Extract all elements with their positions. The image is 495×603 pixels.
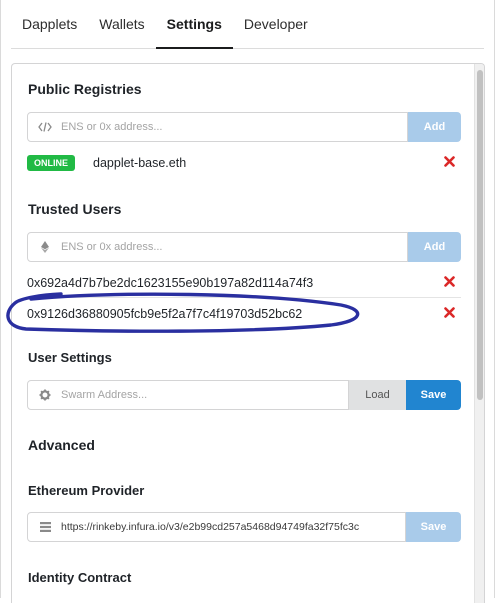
trusted-user-list-item: 0x692a4d7b7be2dc1623155e90b197a82d114a74… bbox=[27, 268, 461, 298]
registry-list-item: ONLINE dapplet-base.eth bbox=[27, 148, 461, 178]
provider-input-row: https://rinkeby.infura.io/v3/e2b99cd257a… bbox=[27, 512, 461, 542]
tab-developer[interactable]: Developer bbox=[233, 0, 319, 48]
registry-input-row: ENS or 0x address... Add bbox=[27, 112, 461, 142]
online-status-badge: ONLINE bbox=[27, 155, 76, 171]
save-provider-button[interactable]: Save bbox=[406, 512, 461, 542]
settings-panel: Public Registries ENS or 0x address... A… bbox=[11, 63, 485, 603]
delete-trusted-user-icon[interactable] bbox=[444, 276, 455, 287]
trusted-user-address-input[interactable]: ENS or 0x address... bbox=[27, 232, 408, 262]
trusted-user-input-row: ENS or 0x address... Add bbox=[27, 232, 461, 262]
tab-bar: Dapplets Wallets Settings Developer bbox=[11, 0, 484, 49]
user-settings-title: User Settings bbox=[28, 350, 112, 365]
swarm-input-placeholder: Swarm Address... bbox=[61, 389, 148, 401]
ethereum-icon bbox=[38, 240, 52, 254]
swarm-address-input[interactable]: Swarm Address... bbox=[27, 380, 349, 410]
tab-wallets[interactable]: Wallets bbox=[88, 0, 155, 48]
ethereum-provider-title: Ethereum Provider bbox=[28, 483, 145, 498]
public-registries-title: Public Registries bbox=[28, 81, 142, 97]
registry-address-input[interactable]: ENS or 0x address... bbox=[27, 112, 408, 142]
trusted-user-list-item: 0x9126d36880905fcb9e5f2a7f7c4f19703d52bc… bbox=[27, 299, 461, 329]
delete-registry-icon[interactable] bbox=[444, 156, 455, 167]
save-user-settings-button[interactable]: Save bbox=[406, 380, 461, 410]
registry-input-placeholder: ENS or 0x address... bbox=[61, 121, 163, 133]
identity-contract-title: Identity Contract bbox=[28, 570, 132, 585]
trusted-users-title: Trusted Users bbox=[28, 201, 122, 217]
panel-scrollbar[interactable] bbox=[474, 64, 484, 603]
add-registry-button[interactable]: Add bbox=[408, 112, 461, 142]
load-button[interactable]: Load bbox=[349, 380, 406, 410]
tab-settings[interactable]: Settings bbox=[155, 0, 234, 49]
trusted-user-address: 0x9126d36880905fcb9e5f2a7f7c4f19703d52bc… bbox=[27, 307, 303, 321]
trusted-user-address: 0x692a4d7b7be2dc1623155e90b197a82d114a74… bbox=[27, 275, 314, 290]
tab-dapplets[interactable]: Dapplets bbox=[11, 0, 88, 48]
gear-icon bbox=[38, 388, 52, 402]
swarm-input-row: Swarm Address... Load Save bbox=[27, 380, 461, 410]
scrollbar-thumb[interactable] bbox=[477, 70, 483, 400]
server-icon bbox=[38, 520, 52, 534]
app-window: Dapplets Wallets Settings Developer Publ… bbox=[0, 0, 495, 603]
code-icon bbox=[38, 120, 52, 134]
advanced-title: Advanced bbox=[28, 437, 95, 453]
delete-trusted-user-icon[interactable] bbox=[444, 307, 455, 318]
ethereum-provider-value: https://rinkeby.infura.io/v3/e2b99cd257a… bbox=[61, 521, 360, 533]
ethereum-provider-input[interactable]: https://rinkeby.infura.io/v3/e2b99cd257a… bbox=[27, 512, 406, 542]
add-trusted-user-button[interactable]: Add bbox=[408, 232, 461, 262]
trusted-user-input-placeholder: ENS or 0x address... bbox=[61, 241, 163, 253]
registry-name: dapplet-base.eth bbox=[93, 156, 187, 170]
